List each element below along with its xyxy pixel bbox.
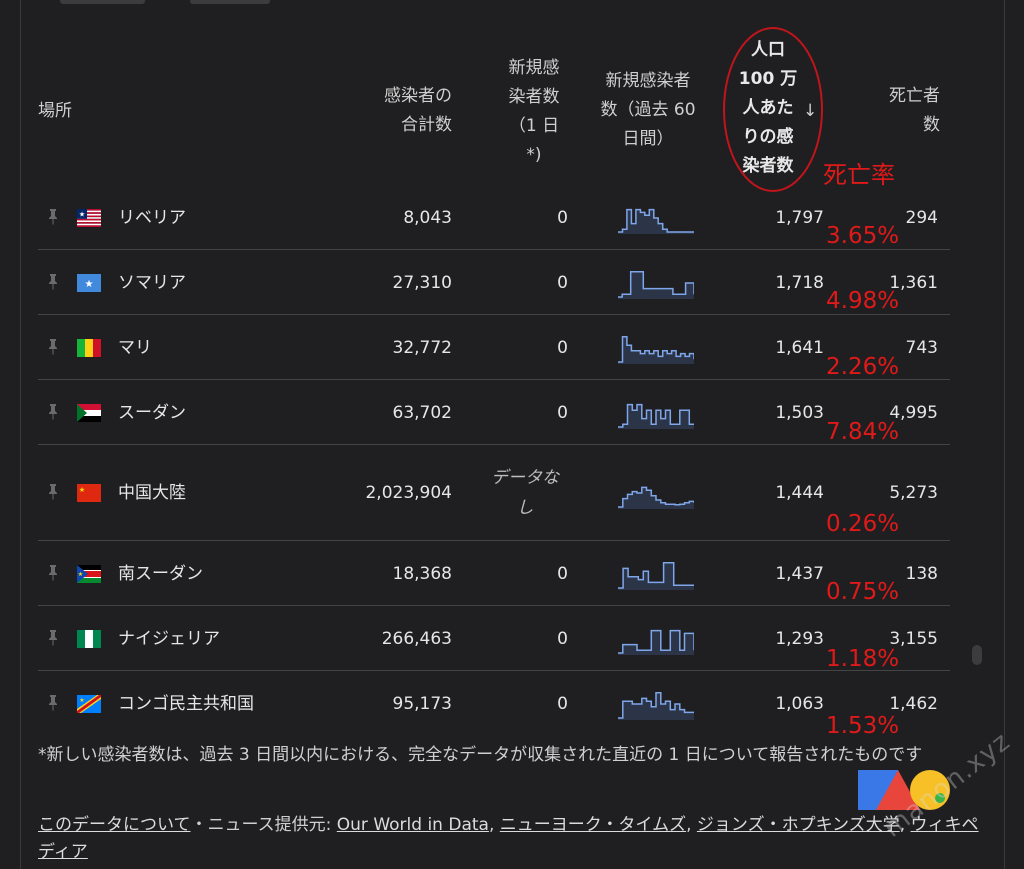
sudan-flag-icon <box>77 403 101 422</box>
pin-icon[interactable] <box>47 338 59 356</box>
deaths-cell: 138 <box>905 563 938 584</box>
table-row[interactable]: ★ リベリア 8,043 0 1,797 294 <box>38 185 950 250</box>
death-rate-annotation: 2.26% <box>826 354 900 380</box>
header-deaths[interactable]: 死亡者数 <box>870 82 940 140</box>
source-link-owid[interactable]: Our World in Data <box>337 815 489 835</box>
place-name[interactable]: コンゴ民主共和国 <box>118 692 254 716</box>
place-name[interactable]: リベリア <box>118 206 186 230</box>
mali-flag-icon <box>77 338 101 357</box>
deaths-cell: 5,273 <box>889 483 938 503</box>
pin-icon[interactable] <box>47 483 59 501</box>
new-cases-cell: 0 <box>557 693 568 714</box>
total-cases-cell: 95,173 <box>392 693 452 714</box>
sparkline-60d <box>618 202 694 234</box>
pin-icon[interactable] <box>47 403 59 421</box>
total-cases-cell: 2,023,904 <box>365 483 452 503</box>
per-million-cell: 1,797 <box>775 207 824 228</box>
place-name[interactable]: ナイジェリア <box>118 627 220 651</box>
per-million-cell: 1,293 <box>775 628 824 649</box>
per-million-cell: 1,444 <box>775 483 824 503</box>
per-million-cell: 1,437 <box>775 563 824 584</box>
place-name[interactable]: マリ <box>118 336 152 360</box>
total-cases-cell: 63,702 <box>392 402 452 423</box>
pin-icon[interactable] <box>47 629 59 647</box>
sources-separator: ・ニュース提供元: <box>190 815 337 835</box>
somalia-flag-icon: ★ <box>77 273 101 292</box>
svg-text:★: ★ <box>79 486 85 494</box>
sparkline-60d <box>618 267 695 299</box>
death-rate-annotation: 4.98% <box>826 288 900 314</box>
total-cases-cell: 266,463 <box>381 628 452 649</box>
table-row[interactable]: ★ コンゴ民主共和国 95,173 0 1,063 1,462 <box>38 671 950 736</box>
new-cases-cell: 0 <box>557 337 568 358</box>
header-new-cases[interactable]: 新規感 染者数 （1 日 *) <box>499 54 569 170</box>
header-place[interactable]: 場所 <box>38 97 72 126</box>
scrollbar-thumb[interactable] <box>972 645 982 665</box>
place-name[interactable]: スーダン <box>118 401 186 425</box>
place-name[interactable]: 中国大陸 <box>118 481 186 505</box>
sources-line: このデータについて・ニュース提供元: Our World in Data, ニュ… <box>38 815 979 862</box>
top-tab-right[interactable] <box>190 0 270 4</box>
new-cases-cell: 0 <box>557 207 568 228</box>
deaths-cell: 294 <box>905 207 938 228</box>
sparkline-60d <box>618 332 695 364</box>
header-total-cases[interactable]: 感染者の 合計数 <box>342 82 452 140</box>
death-rate-annotation: 0.26% <box>826 511 900 537</box>
sparkline-60d <box>618 623 695 655</box>
total-cases-cell: 8,043 <box>403 207 452 228</box>
new-cases-cell: 0 <box>557 628 568 649</box>
total-cases-cell: 18,368 <box>392 563 452 584</box>
pin-icon[interactable] <box>47 564 59 582</box>
nigeria-flag-icon <box>77 629 101 648</box>
per-million-cell: 1,063 <box>775 693 824 714</box>
table-row[interactable]: ★ ソマリア 27,310 0 1,718 1,361 <box>38 250 950 315</box>
death-rate-annotation: 1.53% <box>826 713 900 739</box>
new-cases-cell: 0 <box>557 563 568 584</box>
top-tab-left[interactable] <box>60 0 145 4</box>
annotation-circle <box>723 27 823 192</box>
liberia-flag-icon: ★ <box>77 208 101 227</box>
table-row[interactable]: ナイジェリア 266,463 0 1,293 3,155 <box>38 606 950 671</box>
sparkline-60d <box>618 477 695 509</box>
pin-icon[interactable] <box>47 208 59 226</box>
per-million-cell: 1,503 <box>775 402 824 423</box>
total-cases-cell: 27,310 <box>392 272 452 293</box>
death-rate-annotation: 3.65% <box>826 223 900 249</box>
source-link-nyt[interactable]: ニューヨーク・タイムズ <box>500 815 686 835</box>
about-data-link[interactable]: このデータについて <box>38 815 191 835</box>
total-cases-cell: 32,772 <box>392 337 452 358</box>
pin-icon[interactable] <box>47 694 59 712</box>
per-million-cell: 1,718 <box>775 272 824 293</box>
sparkline-60d <box>618 397 694 429</box>
table-row[interactable]: ★ 南スーダン 18,368 0 1,437 138 <box>38 541 950 606</box>
svg-text:★: ★ <box>85 279 94 290</box>
sparkline-60d <box>618 558 694 590</box>
svg-text:★: ★ <box>78 571 83 578</box>
footnote: *新しい感染者数は、過去 3 日間以内における、完全なデータが収集された直近の … <box>38 745 923 765</box>
deaths-cell: 743 <box>905 337 938 358</box>
death-rate-annotation: 7.84% <box>826 419 900 445</box>
death-rate-annotation: 0.75% <box>826 579 900 605</box>
header-new-cases-60d[interactable]: 新規感染者 数（過去 60 日間） <box>590 67 706 154</box>
svg-text:★: ★ <box>79 210 85 218</box>
table-row[interactable]: ★ 中国大陸 2,023,904 データなし 1,444 5,273 <box>38 445 950 541</box>
south-sudan-flag-icon: ★ <box>77 564 101 583</box>
svg-text:★: ★ <box>79 697 84 704</box>
place-name[interactable]: ソマリア <box>118 271 186 295</box>
place-name[interactable]: 南スーダン <box>118 562 203 586</box>
drc-flag-icon: ★ <box>77 694 101 713</box>
sparkline-60d <box>618 688 694 720</box>
pin-icon[interactable] <box>47 273 59 291</box>
table-row[interactable]: スーダン 63,702 0 1,503 4,995 <box>38 380 950 445</box>
per-million-cell: 1,641 <box>775 337 824 358</box>
new-cases-cell: データなし <box>491 468 559 518</box>
new-cases-cell: 0 <box>557 402 568 423</box>
table-row[interactable]: マリ 32,772 0 1,641 743 <box>38 315 950 380</box>
new-cases-cell: 0 <box>557 272 568 293</box>
source-link-jhu[interactable]: ジョンズ・ホプキンズ大学 <box>697 815 900 835</box>
china-flag-icon: ★ <box>77 484 101 502</box>
death-rate-annotation: 1.18% <box>826 646 900 672</box>
